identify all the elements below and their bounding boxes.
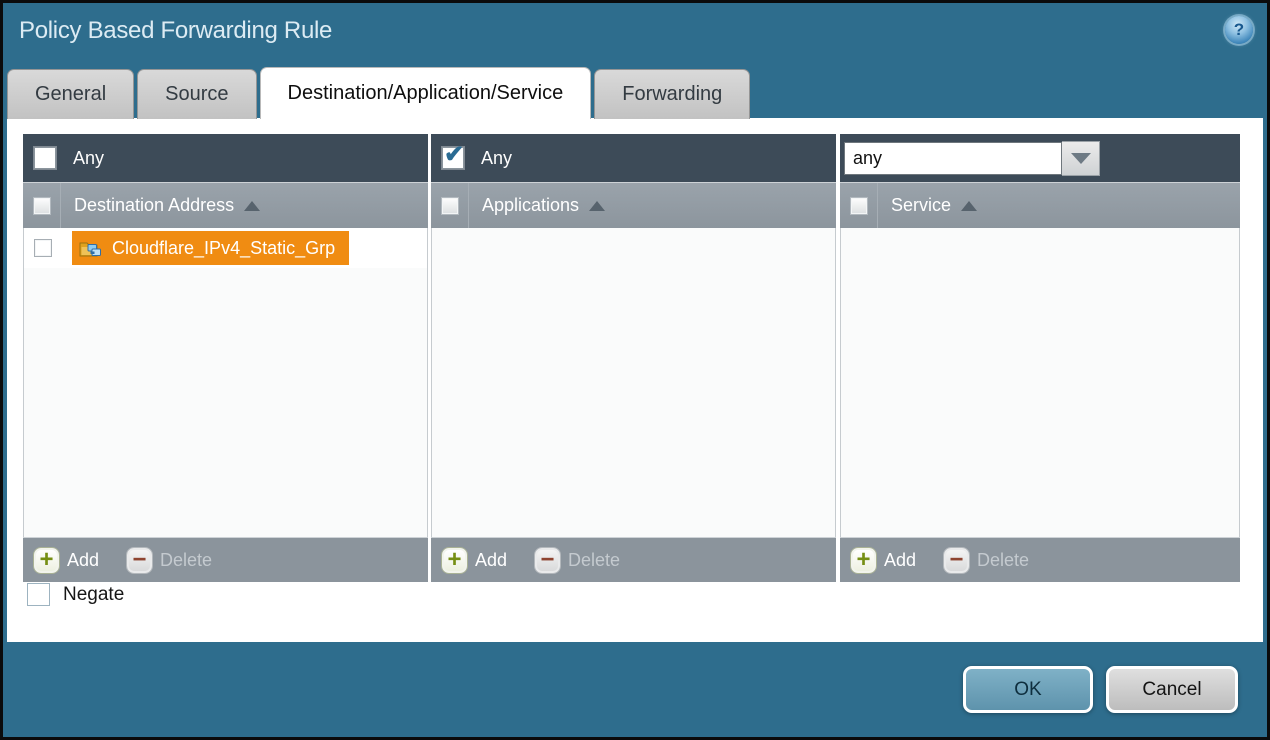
page-title: Policy Based Forwarding Rule [19,17,332,45]
tab-source[interactable]: Source [137,69,256,119]
ok-button[interactable]: OK [963,666,1093,713]
service-panel: Service + Add − Delete [840,134,1240,582]
add-icon: + [851,548,876,573]
add-button[interactable]: + Add [851,548,916,573]
destination-any-bar: Any [23,134,428,182]
address-group-name: Cloudflare_IPv4_Static_Grp [112,238,335,259]
destination-header-checkbox-cell [23,183,61,228]
applications-any-checkbox[interactable]: ✔ [442,147,464,169]
sort-asc-icon[interactable] [589,201,605,211]
service-dropdown [844,141,1100,176]
delete-button[interactable]: − Delete [127,548,212,573]
add-button-label: Add [475,550,507,571]
delete-button-label: Delete [160,550,212,571]
table-row[interactable]: Cloudflare_IPv4_Static_Grp [24,228,427,268]
destination-select-all-checkbox[interactable] [33,197,51,215]
tab-bar: General Source Destination/Application/S… [7,67,750,119]
destination-footer-bar: + Add − Delete [23,537,428,582]
check-icon: ✔ [444,140,464,169]
destination-list: Cloudflare_IPv4_Static_Grp [23,228,428,537]
service-dropdown-input[interactable] [844,142,1062,175]
tab-destination-application-service[interactable]: Destination/Application/Service [260,67,592,119]
destination-any-checkbox[interactable] [34,147,56,169]
add-button-label: Add [884,550,916,571]
address-group-icon [79,239,103,258]
service-list [840,228,1240,537]
service-dropdown-bar [840,134,1240,182]
sort-asc-icon[interactable] [244,201,260,211]
add-button[interactable]: + Add [442,548,507,573]
applications-any-bar: ✔ Any [431,134,836,182]
add-button[interactable]: + Add [34,548,99,573]
applications-select-all-checkbox[interactable] [441,197,459,215]
question-mark-glyph: ? [1234,20,1244,40]
destination-any-label: Any [73,148,104,169]
delete-icon: − [535,548,560,573]
service-footer-bar: + Add − Delete [840,537,1240,582]
tab-general[interactable]: General [7,69,134,119]
applications-any-label: Any [481,148,512,169]
cancel-button[interactable]: Cancel [1106,666,1238,713]
tab-content-panel: Any Destination Address [7,118,1263,642]
delete-button[interactable]: − Delete [535,548,620,573]
negate-row: Negate [27,583,124,606]
sort-asc-icon[interactable] [961,201,977,211]
delete-button[interactable]: − Delete [944,548,1029,573]
add-icon: + [442,548,467,573]
applications-footer-bar: + Add − Delete [431,537,836,582]
service-header-row: Service [840,182,1240,228]
help-icon[interactable]: ? [1225,16,1253,44]
destination-column-header: Destination Address [74,195,234,216]
applications-column-header: Applications [482,195,579,216]
applications-header-row: Applications [431,182,836,228]
delete-icon: − [944,548,969,573]
selected-address-entry[interactable]: Cloudflare_IPv4_Static_Grp [72,231,349,265]
destination-address-panel: Any Destination Address [23,134,428,582]
row-checkbox-cell [24,228,62,268]
add-icon: + [34,548,59,573]
applications-panel: ✔ Any Applications + Add − Delete [431,134,836,582]
service-header-checkbox-cell [840,183,878,228]
service-column-header: Service [891,195,951,216]
destination-header-row: Destination Address [23,182,428,228]
negate-label: Negate [63,584,124,606]
applications-header-checkbox-cell [431,183,469,228]
policy-based-forwarding-dialog: Policy Based Forwarding Rule ? General S… [0,0,1270,740]
tab-forwarding[interactable]: Forwarding [594,69,750,119]
chevron-down-icon [1071,153,1091,164]
delete-icon: − [127,548,152,573]
service-dropdown-button[interactable] [1062,141,1100,176]
delete-button-label: Delete [977,550,1029,571]
delete-button-label: Delete [568,550,620,571]
applications-list [431,228,836,537]
service-select-all-checkbox[interactable] [850,197,868,215]
row-checkbox[interactable] [34,239,52,257]
negate-checkbox[interactable] [27,583,50,606]
add-button-label: Add [67,550,99,571]
